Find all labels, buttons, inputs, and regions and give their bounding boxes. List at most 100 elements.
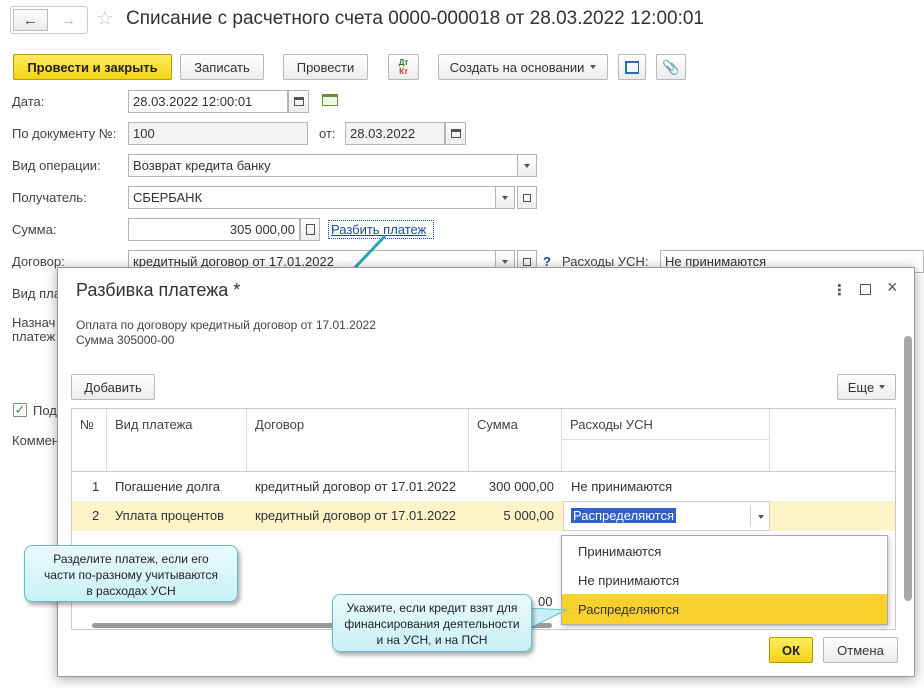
purpose-label-line1: Назнач — [12, 315, 56, 330]
cancel-button[interactable]: Отмена — [823, 637, 898, 663]
calculator-icon — [305, 224, 315, 235]
confirm-checkbox[interactable]: ✓ — [13, 403, 27, 417]
cell-sum: 5 000,00 — [503, 508, 554, 523]
more-actions-button[interactable]: Еще — [837, 374, 896, 400]
post-button[interactable]: Провести — [283, 54, 368, 80]
dialog-info-line2: Сумма 305000-00 — [76, 333, 175, 347]
chevron-down-icon — [502, 259, 508, 264]
dt-kt-button[interactable]: Дт Кт — [388, 54, 419, 80]
create-based-on-button[interactable]: Создать на основании — [438, 54, 608, 80]
cell-number: 1 — [92, 479, 100, 494]
chevron-down-icon[interactable] — [758, 515, 764, 519]
close-icon[interactable]: × — [887, 277, 898, 298]
cell-type: Погашение долга — [115, 479, 221, 494]
callout-split: Разделите платеж, если его части по-разн… — [24, 545, 238, 602]
from-date-label: от: — [319, 126, 336, 141]
vertical-scrollbar[interactable] — [904, 336, 912, 601]
operation-dropdown-button[interactable] — [517, 154, 537, 177]
col-header-number[interactable]: № — [72, 409, 107, 471]
cell-sum: 300 000,00 — [488, 479, 554, 494]
save-button[interactable]: Записать — [180, 54, 264, 80]
date-field[interactable]: 28.03.2022 12:00:01 — [128, 90, 288, 113]
recipient-dropdown-button[interactable] — [495, 186, 515, 209]
callout-pointer-icon — [530, 608, 568, 629]
date-calendar-button[interactable] — [288, 90, 309, 113]
sum-label: Сумма: — [12, 222, 57, 237]
cell-usn: Не принимаются — [571, 479, 673, 494]
favorite-star-icon[interactable]: ☆ — [96, 6, 114, 31]
paperclip-icon: 📎 — [662, 58, 680, 75]
dt-kt-icon-kt: Кт — [399, 67, 408, 76]
arrow-right-icon: → — [61, 11, 76, 29]
dropdown-option[interactable]: Принимаются — [562, 536, 887, 565]
purpose-label-line2: платеж — [12, 329, 56, 344]
footer-partial-text: 00 — [538, 594, 553, 609]
callout-split-line1: Разделите платеж, если его — [53, 552, 209, 566]
dt-kt-icon-dt: Дт — [398, 58, 409, 67]
operation-select[interactable]: Возврат кредита банку — [128, 154, 518, 177]
callout-split-line2: части по-разному учитываются — [44, 568, 218, 582]
cell-number: 2 — [92, 508, 100, 523]
usn-edit-value: Распределяются — [571, 508, 677, 523]
window-title: Списание с расчетного счета 0000-000018 … — [126, 8, 704, 29]
doc-number-label: По документу №: — [12, 126, 117, 141]
open-icon — [523, 257, 531, 266]
header-divider — [562, 439, 770, 440]
dialog-title: Разбивка платежа * — [76, 280, 241, 300]
nav-group: ← → — [10, 6, 88, 34]
chevron-down-icon — [502, 195, 508, 200]
col-header-contract[interactable]: Договор — [247, 409, 469, 471]
table-row[interactable]: 1 Погашение долга кредитный договор от 1… — [72, 472, 895, 501]
hierarchy-icon — [625, 60, 639, 74]
maximize-icon[interactable] — [860, 284, 871, 295]
callout-split-line3: в расходах УСН — [86, 584, 176, 598]
chevron-down-icon — [524, 163, 530, 168]
cell-contract: кредитный договор от 17.01.2022 — [255, 508, 456, 523]
back-button[interactable]: ← — [13, 9, 48, 31]
post-and-close-button[interactable]: Провести и закрыть — [13, 54, 172, 80]
attach-button[interactable]: 📎 — [656, 54, 686, 80]
confirm-label: Под — [33, 403, 57, 418]
usn-edit-field[interactable]: Распределяются — [563, 501, 770, 531]
col-header-type[interactable]: Вид платежа — [107, 409, 247, 471]
recipient-label: Получатель: — [12, 190, 87, 205]
sum-field[interactable]: 305 000,00 — [128, 218, 300, 241]
from-date-calendar-button[interactable] — [445, 122, 466, 145]
arrow-left-icon: ← — [23, 11, 38, 29]
calendar-icon — [450, 129, 461, 138]
forward-button[interactable]: → — [51, 9, 86, 31]
dropdown-option-selected[interactable]: Распределяются — [562, 594, 887, 624]
col-header-usn[interactable]: Расходы УСН — [562, 409, 770, 471]
ok-button[interactable]: ОК — [769, 637, 813, 663]
col-header-sum[interactable]: Сумма — [469, 409, 562, 471]
open-icon — [523, 193, 531, 202]
payment-type-label: Вид пла — [12, 286, 61, 301]
recipient-open-button[interactable] — [517, 186, 537, 209]
callout-psn: Укажите, если кредит взят для финансиров… — [332, 594, 532, 652]
from-date-field[interactable]: 28.03.2022 — [345, 122, 445, 145]
usn-edit-divider — [750, 505, 751, 527]
chevron-down-icon — [879, 385, 886, 389]
add-row-button[interactable]: Добавить — [71, 374, 155, 400]
more-menu-icon[interactable]: ⋮ — [832, 281, 847, 299]
calculator-button[interactable] — [300, 218, 320, 241]
usn-dropdown-list: Принимаются Не принимаются Распределяютс… — [561, 535, 888, 625]
callout-psn-line2: финансирования деятельности — [344, 617, 520, 631]
callout-psn-line1: Укажите, если кредит взят для — [346, 601, 518, 615]
comment-label: Коммен — [12, 433, 60, 448]
structure-icon-button[interactable] — [618, 54, 646, 80]
chevron-down-icon — [590, 65, 597, 69]
cell-contract: кредитный договор от 17.01.2022 — [255, 479, 456, 494]
doc-list-icon[interactable] — [322, 94, 338, 106]
operation-label: Вид операции: — [12, 158, 101, 173]
dialog-info-line1: Оплата по договору кредитный договор от … — [76, 318, 376, 332]
cell-type: Уплата процентов — [115, 508, 225, 523]
calendar-icon — [293, 97, 304, 106]
checkmark-icon: ✓ — [14, 402, 26, 417]
table-row[interactable]: 2 Уплата процентов кредитный договор от … — [72, 501, 895, 531]
doc-number-field[interactable]: 100 — [128, 122, 308, 145]
recipient-field[interactable]: СБЕРБАНК — [128, 186, 496, 209]
dropdown-option[interactable]: Не принимаются — [562, 565, 887, 594]
date-label: Дата: — [12, 94, 45, 109]
callout-psn-line3: и на УСН, и на ПСН — [376, 633, 488, 647]
